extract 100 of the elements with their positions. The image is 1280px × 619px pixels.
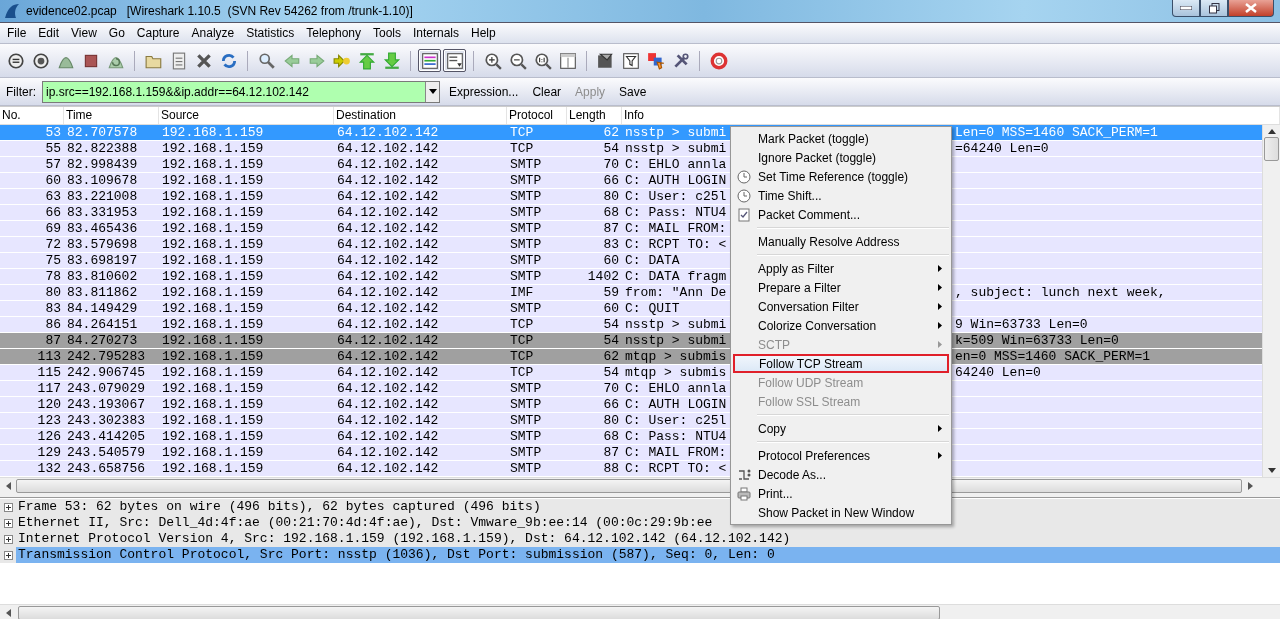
scroll-list-icon	[445, 51, 464, 70]
zoom-out-icon	[508, 51, 527, 70]
menu-item[interactable]: Time Shift...	[733, 186, 949, 205]
table-cell-text: 64.12.102.142	[336, 253, 440, 268]
menu-item[interactable]: Statistics	[239, 26, 300, 40]
table-cell-text: 83.698197	[66, 253, 139, 268]
table-cell-text: 62	[602, 349, 620, 364]
table-cell-text: TCP	[509, 365, 535, 380]
table-cell-text: 64.12.102.142	[336, 349, 440, 364]
column-header[interactable]: Time	[64, 107, 159, 124]
table-cell-text: C: AUTH LOGIN	[625, 397, 728, 412]
table-cell-text: C: Pass: NTU4	[625, 429, 728, 444]
menu-item[interactable]: Packet Comment...	[733, 205, 949, 224]
toolbar-button[interactable]	[418, 49, 441, 72]
scroll-right-icon[interactable]	[1247, 482, 1253, 490]
table-cell-text: 243.414205	[66, 429, 146, 444]
table-cell-text: 192.168.1.159	[161, 125, 265, 140]
table-cell-text: 66	[44, 205, 62, 220]
menu-item[interactable]: View	[64, 26, 102, 40]
scroll-left-icon[interactable]	[5, 482, 11, 490]
menu-item[interactable]: Tools	[366, 26, 406, 40]
column-header[interactable]: Source	[159, 107, 334, 124]
menu-item[interactable]: Telephony	[299, 26, 366, 40]
table-cell-text: 1402	[586, 269, 620, 284]
down-arrow-icon	[382, 51, 401, 70]
expand-icon[interactable]	[4, 550, 13, 560]
restore-button[interactable]	[1200, 0, 1228, 17]
table-cell-text: SMTP	[509, 253, 543, 268]
scroll-down-icon[interactable]	[1267, 468, 1276, 473]
scrollbar[interactable]	[0, 604, 1280, 619]
table-cell-text: C: EHLO annla	[625, 157, 728, 172]
table-cell-text: 88	[602, 461, 620, 476]
close-button[interactable]	[1228, 0, 1274, 17]
restore-icon	[1208, 2, 1220, 14]
table-cell-text: 192.168.1.159	[161, 317, 265, 332]
filter-action-button[interactable]: Expression...	[444, 84, 524, 99]
scroll-thumb[interactable]	[1264, 137, 1279, 161]
table-cell-text: C: DATA fragm	[625, 269, 728, 284]
scroll-up-icon[interactable]	[1267, 129, 1276, 134]
tree-item[interactable]: Transmission Control Protocol, Src Port: nsstp (1036), Dst Port: submission (587), Seq: 0, Len: 0	[16, 547, 1280, 563]
table-cell-text: 126	[36, 429, 62, 444]
menu-item[interactable]: Show Packet in New Window	[733, 503, 949, 522]
table-cell-text: 80	[44, 285, 62, 300]
reload-icon	[219, 51, 238, 70]
menu-item[interactable]: Internals	[406, 26, 465, 40]
table-cell-text: 192.168.1.159	[161, 333, 265, 348]
go-arrow-icon	[332, 51, 351, 70]
menu-item[interactable]: Follow TCP Stream	[733, 354, 949, 373]
table-cell-text: 120	[36, 397, 62, 412]
table-cell-text: 192.168.1.159	[161, 413, 265, 428]
table-cell-text: 64.12.102.142	[336, 173, 440, 188]
menu-item[interactable]: Print...	[733, 484, 949, 503]
table-cell-text: 59	[602, 285, 620, 300]
table-cell-text: SMTP	[509, 445, 543, 460]
table-cell-text: C: User: c25l	[625, 413, 728, 428]
zoom-in-icon	[483, 51, 502, 70]
table-cell-text: 54	[602, 365, 620, 380]
table-cell-text: TCP	[509, 349, 535, 364]
table-cell-text: 192.168.1.159	[161, 189, 265, 204]
toolbar-button[interactable]	[443, 49, 466, 72]
table-cell-text: 64.12.102.142	[336, 317, 440, 332]
fin-icon	[4, 3, 20, 19]
submenu-arrow-icon	[938, 303, 942, 310]
tree-item[interactable]: Ethernet II, Src: Dell_4d:4f:ae (00:21:70:4d:4f:ae), Dst: Vmware_9b:ee:14 (00:0c:29:9b:ee	[16, 515, 715, 531]
menu-item[interactable]: Capture	[129, 26, 185, 40]
submenu-arrow-icon	[938, 341, 942, 348]
table-cell-text: , subject: lunch next week,	[955, 285, 1167, 300]
table-cell-text: 192.168.1.159	[161, 237, 265, 252]
scroll-left-icon[interactable]	[5, 609, 11, 617]
scrollbar[interactable]	[1262, 125, 1280, 477]
table-cell-text: IMF	[509, 285, 535, 300]
menu-item[interactable]: Analyze	[184, 26, 240, 40]
table-cell-text: 78	[44, 269, 62, 284]
menu-item[interactable]: Help	[464, 26, 501, 40]
column-header[interactable]: Destination	[334, 107, 507, 124]
menu-item[interactable]: Go	[101, 26, 130, 40]
expand-icon[interactable]	[4, 534, 13, 544]
table-cell-text: =64240 Len=0	[955, 141, 1050, 156]
up-arrow-icon	[357, 51, 376, 70]
filter-action-button[interactable]: Clear	[527, 84, 567, 99]
table-cell-text: 192.168.1.159	[161, 445, 265, 460]
caret-icon	[428, 89, 437, 94]
column-header[interactable]: Info	[622, 107, 1280, 124]
clock-icon	[737, 189, 751, 203]
table-cell-text: 70	[602, 157, 620, 172]
menu-item[interactable]: Colorize Conversation	[733, 316, 949, 335]
column-header[interactable]: Protocol	[507, 107, 567, 124]
table-cell-text: 64240 Len=0	[955, 365, 1042, 380]
expand-icon[interactable]	[4, 518, 13, 528]
minimize-button[interactable]	[1172, 0, 1200, 17]
table-cell-text: 87	[44, 333, 62, 348]
menu-item[interactable]: Edit	[31, 26, 65, 40]
expand-icon[interactable]	[4, 502, 13, 512]
column-header[interactable]: Length	[567, 107, 622, 124]
filter-action-button[interactable]: Save	[614, 84, 652, 99]
column-header[interactable]: No.	[0, 107, 64, 124]
filter-field[interactable]: ip.src==192.168.1.159&&ip.addr==64.12.102.142	[42, 80, 440, 103]
menu-item[interactable]: File	[0, 26, 32, 40]
dropdown-button[interactable]	[425, 81, 439, 102]
table-cell-text: 243.193067	[66, 397, 146, 412]
